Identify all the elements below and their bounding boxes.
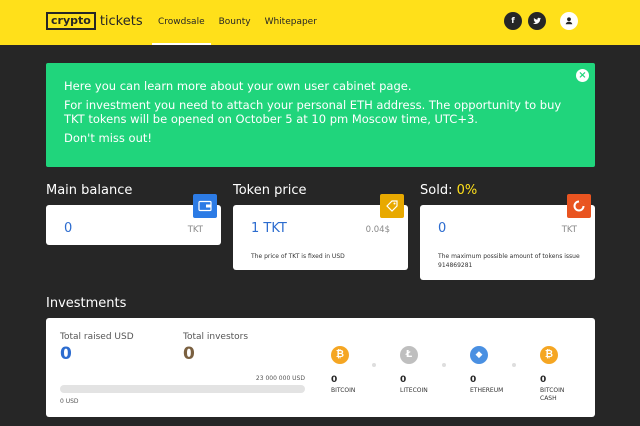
total-raised-value: 0 <box>60 344 72 364</box>
wallet-icon <box>193 194 217 218</box>
pie-icon <box>567 194 591 218</box>
coin-bitcoin-cash: ₿ 0 BITCOIN CASH <box>540 346 590 403</box>
main-balance-unit: TKT <box>187 225 203 235</box>
separator-dot <box>512 363 516 367</box>
coin-value: 0 <box>400 375 407 385</box>
main-balance-card: 0 TKT <box>46 194 221 245</box>
coin-litecoin: Ł 0 LITECOIN <box>400 346 450 395</box>
token-price-card: 1 TKT 0.04$ The price of TKT is fixed in… <box>233 194 408 270</box>
coin-name-line-1: BITCOIN <box>540 387 565 394</box>
token-price-value: 1 TKT <box>251 221 287 236</box>
nav-crowdsale[interactable]: Crowdsale <box>152 0 211 45</box>
notice-line-1: Here you can learn more about your own u… <box>64 79 412 93</box>
token-price-usd: 0.04$ <box>365 225 390 235</box>
coin-name: ETHEREUM <box>470 387 504 394</box>
coin-name-line-2: CASH <box>540 395 557 402</box>
facebook-icon[interactable]: f <box>504 12 522 30</box>
investments-title: Investments <box>46 296 127 311</box>
sold-note-line-1: The maximum possible amount of tokens is… <box>438 253 580 260</box>
logo[interactable]: crypto tickets <box>46 12 143 30</box>
nav-whitepaper[interactable]: Whitepaper <box>259 0 323 45</box>
tag-icon <box>380 194 404 218</box>
logo-text: tickets <box>99 13 143 29</box>
separator-dot <box>442 363 446 367</box>
coin-name: LITECOIN <box>400 387 428 394</box>
close-icon[interactable]: × <box>576 69 589 82</box>
main-nav: Crowdsale Bounty Whitepaper <box>152 0 325 45</box>
coin-ethereum: ◆ 0 ETHEREUM <box>470 346 520 395</box>
total-raised-label: Total raised USD <box>60 332 134 342</box>
sold-unit: TKT <box>561 225 577 235</box>
coin-bitcoin: ₿ 0 BITCOIN <box>331 346 381 395</box>
investments-card: Total raised USD 0 Total investors 0 23 … <box>46 318 595 417</box>
bitcoin-cash-icon: ₿ <box>540 346 558 364</box>
user-icon[interactable] <box>560 12 578 30</box>
coin-value: 0 <box>540 375 547 385</box>
sold-card: 0 TKT The maximum possible amount of tok… <box>420 194 595 280</box>
litecoin-icon: Ł <box>400 346 418 364</box>
ethereum-icon: ◆ <box>470 346 488 364</box>
notice-line-3: Don't miss out! <box>64 131 152 145</box>
top-header: crypto tickets Crowdsale Bounty Whitepap… <box>0 0 640 45</box>
progress-goal: 23 000 000 USD <box>255 375 305 382</box>
token-price-title: Token price <box>233 183 307 198</box>
total-investors-value: 0 <box>183 344 195 364</box>
coin-name: BITCOIN <box>331 387 356 394</box>
notice-line-2: For investment you need to attach your p… <box>64 98 562 126</box>
token-price-note: The price of TKT is fixed in USD <box>251 253 345 260</box>
main-balance-value: 0 <box>64 221 73 236</box>
progress-current: 0 USD <box>60 398 79 405</box>
twitter-icon[interactable] <box>528 12 546 30</box>
social-links: f <box>504 12 578 30</box>
main-balance-title: Main balance <box>46 183 133 198</box>
total-investors-label: Total investors <box>183 332 249 342</box>
bitcoin-icon: ₿ <box>331 346 349 364</box>
logo-box-text: crypto <box>46 12 96 30</box>
sold-value: 0 <box>438 221 447 236</box>
sold-label: Sold: <box>420 183 457 198</box>
sold-percent: 0% <box>456 183 478 198</box>
coin-name: BITCOIN CASH <box>540 387 590 403</box>
progress-bar <box>60 385 305 393</box>
sold-note-line-2: 914869281 <box>438 262 473 269</box>
sold-note: The maximum possible amount of tokens is… <box>438 252 580 270</box>
nav-bounty[interactable]: Bounty <box>213 0 257 45</box>
coin-value: 0 <box>331 375 338 385</box>
info-notice: Here you can learn more about your own u… <box>46 63 595 167</box>
coin-value: 0 <box>470 375 477 385</box>
sold-title: Sold: 0% <box>420 183 477 198</box>
separator-dot <box>372 363 376 367</box>
